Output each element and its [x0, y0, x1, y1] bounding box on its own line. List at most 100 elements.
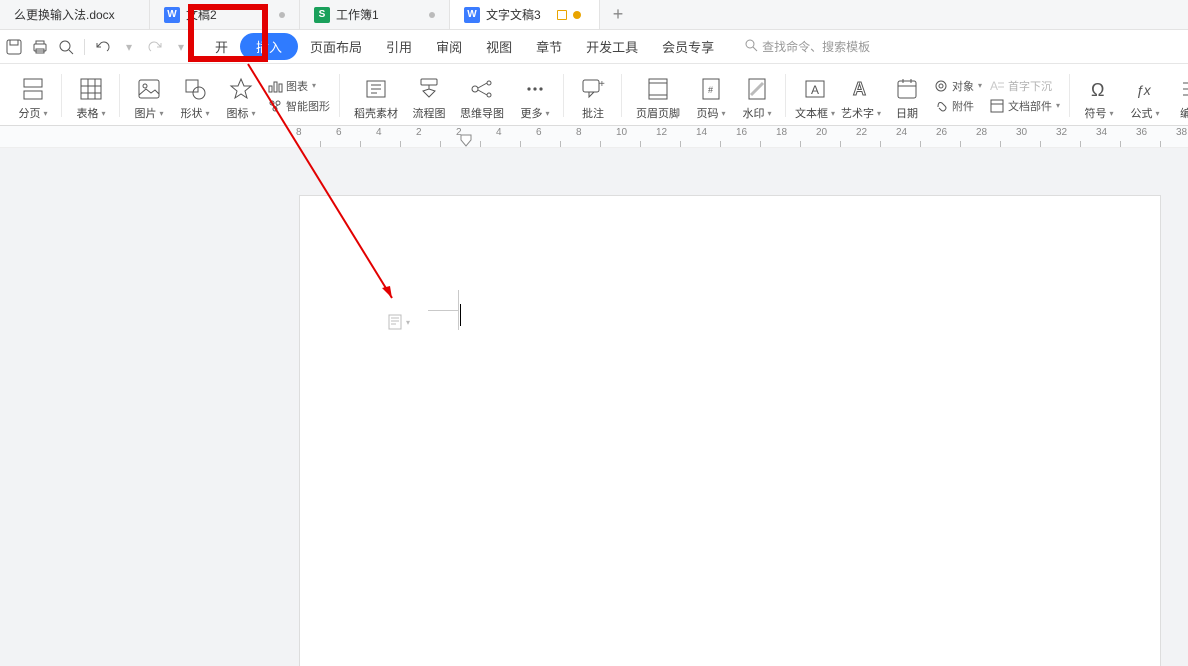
redo-icon[interactable]: [147, 39, 163, 55]
smartart-icon: [268, 99, 282, 113]
text-box-icon: A: [801, 75, 829, 103]
table-icon: [77, 75, 105, 103]
ruler-unit: 14: [700, 126, 740, 147]
shape-button[interactable]: 形状: [172, 66, 218, 125]
flowchart-button[interactable]: 流程图: [406, 66, 452, 125]
ruler-unit: 16: [740, 126, 780, 147]
window-dot-icon: [573, 11, 581, 19]
comment-button[interactable]: + 批注: [570, 66, 616, 125]
undo-icon[interactable]: [95, 39, 111, 55]
horizontal-ruler[interactable]: 8642 2468101214161820222426283032343638: [0, 126, 1188, 148]
word-art-icon: A: [847, 75, 875, 103]
attachment-button[interactable]: 附件: [934, 98, 982, 114]
omega-icon: Ω: [1085, 75, 1113, 103]
ruler-unit: 30: [1020, 126, 1060, 147]
unsaved-dot-icon: [429, 12, 435, 18]
save-icon[interactable]: [6, 39, 22, 55]
page-break-button[interactable]: 分页: [10, 66, 56, 125]
object-button[interactable]: 对象▾: [934, 78, 982, 94]
watermark-button[interactable]: 水印: [734, 66, 780, 125]
ruler-unit: 4: [500, 126, 540, 147]
svg-text:A: A: [811, 83, 819, 97]
word-doc-icon: W: [464, 7, 480, 23]
calendar-icon: [893, 75, 921, 103]
menu-start[interactable]: 开: [203, 33, 240, 60]
numbering-button[interactable]: 编号: [1168, 66, 1188, 125]
ruler-unit: 2: [460, 126, 500, 147]
menu-sections[interactable]: 章节: [524, 33, 574, 60]
menu-insert[interactable]: 插入: [240, 33, 298, 60]
ruler-unit: 12: [660, 126, 700, 147]
svg-text:ƒx: ƒx: [1136, 82, 1152, 98]
date-button[interactable]: 日期: [884, 66, 930, 125]
menu-devtools[interactable]: 开发工具: [574, 33, 650, 60]
window-restore-icon: [557, 10, 567, 20]
text-cursor: [460, 304, 461, 326]
unsaved-dot-icon: [279, 12, 285, 18]
menu-view[interactable]: 视图: [474, 33, 524, 60]
table-button[interactable]: 表格: [68, 66, 114, 125]
object-icon: [934, 79, 948, 93]
page-number-button[interactable]: # 页码: [688, 66, 734, 125]
docer-asset-button[interactable]: 稻壳素材: [346, 66, 406, 125]
ruler-unit: 4: [380, 126, 420, 147]
smartart-button[interactable]: 智能图形: [268, 98, 330, 114]
ruler-unit: 26: [940, 126, 980, 147]
more-assets-button[interactable]: 更多: [512, 66, 558, 125]
ruler-unit: 6: [540, 126, 580, 147]
paperclip-icon: [934, 99, 948, 113]
symbol-button[interactable]: Ω 符号: [1076, 66, 1122, 125]
menubar: ▾ ▾ 开 插入 页面布局 引用 审阅 视图 章节 开发工具 会员专享 查找命令…: [0, 30, 1188, 64]
ribbon-insert: 分页 表格 图片 形状 图标 图表▾ 智能图形 稻壳素材: [0, 64, 1188, 126]
document-tabbar: 么更换输入法.docx W 文稿2 S 工作簿1 W 文字文稿3 +: [0, 0, 1188, 30]
menu-review[interactable]: 审阅: [424, 33, 474, 60]
word-doc-icon: W: [164, 7, 180, 23]
paragraph-options-icon[interactable]: ▾: [388, 314, 410, 330]
mindmap-button[interactable]: 思维导图: [452, 66, 512, 125]
equation-icon: ƒx: [1131, 75, 1159, 103]
ruler-unit: 36: [1140, 126, 1180, 147]
more-qat-icon[interactable]: ▾: [173, 39, 189, 55]
ruler-unit: 6: [340, 126, 380, 147]
ruler-unit: 8: [580, 126, 620, 147]
menu-pagelayout[interactable]: 页面布局: [298, 33, 374, 60]
ruler-unit: 28: [980, 126, 1020, 147]
document-tab-3[interactable]: W 文字文稿3: [450, 0, 600, 29]
iconlib-button[interactable]: 图标: [218, 66, 264, 125]
svg-text:#: #: [708, 85, 713, 95]
undo-dropdown-icon[interactable]: ▾: [121, 39, 137, 55]
ruler-unit: 24: [900, 126, 940, 147]
doc-parts-button[interactable]: 文档部件▾: [990, 98, 1060, 114]
menu-references[interactable]: 引用: [374, 33, 424, 60]
chart-icon: [268, 79, 282, 93]
more-icon: [521, 75, 549, 103]
ruler-unit: 34: [1100, 126, 1140, 147]
ruler-unit: 38: [1180, 126, 1188, 147]
ruler-unit: 8: [300, 126, 340, 147]
picture-button[interactable]: 图片: [126, 66, 172, 125]
equation-button[interactable]: ƒx 公式: [1122, 66, 1168, 125]
document-page[interactable]: ▾: [300, 196, 1160, 666]
drop-cap-button[interactable]: A首字下沉: [990, 78, 1060, 94]
command-search[interactable]: 查找命令、搜索模板: [744, 38, 870, 55]
sheet-doc-icon: S: [314, 7, 330, 23]
watermark-icon: [743, 75, 771, 103]
mindmap-icon: [468, 75, 496, 103]
print-preview-icon[interactable]: [58, 39, 74, 55]
print-icon[interactable]: [32, 39, 48, 55]
chart-button[interactable]: 图表▾: [268, 78, 330, 94]
document-tab-0[interactable]: 么更换输入法.docx: [0, 0, 150, 29]
picture-icon: [135, 75, 163, 103]
document-tab-1[interactable]: W 文稿2: [150, 0, 300, 29]
ruler-unit: 32: [1060, 126, 1100, 147]
word-art-button[interactable]: A 艺术字: [838, 66, 884, 125]
shape-icon: [181, 75, 209, 103]
text-box-button[interactable]: A 文本框: [792, 66, 838, 125]
document-tab-2[interactable]: S 工作簿1: [300, 0, 450, 29]
svg-text:A: A: [990, 79, 998, 93]
tab-label: 文字文稿3: [486, 6, 541, 23]
menu-member[interactable]: 会员专享: [650, 33, 726, 60]
header-footer-button[interactable]: 页眉页脚: [628, 66, 688, 125]
new-tab-button[interactable]: +: [600, 0, 636, 29]
ruler-unit: 18: [780, 126, 820, 147]
